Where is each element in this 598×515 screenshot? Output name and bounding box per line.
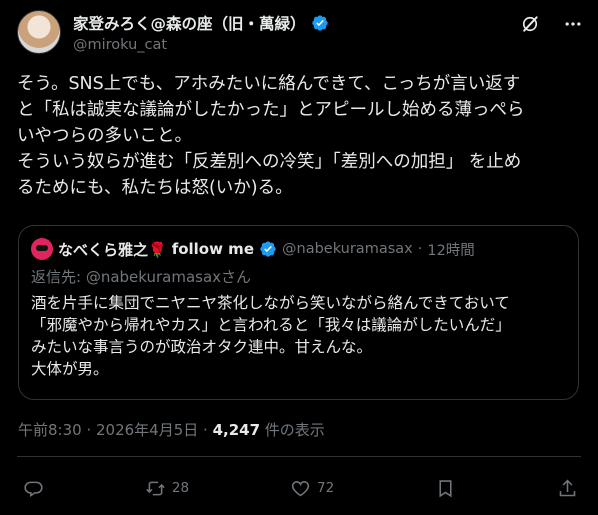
share-icon bbox=[559, 479, 576, 496]
author-handle[interactable]: @miroku_cat bbox=[73, 37, 329, 53]
author-display-name[interactable]: 家登みろく@森の座（旧・萬緑） bbox=[73, 12, 306, 34]
quoted-separator: · bbox=[417, 241, 423, 257]
post-text-line: いやつらの多いこと。 bbox=[17, 126, 192, 146]
bookmark-icon bbox=[439, 479, 452, 497]
reply-icon bbox=[24, 481, 43, 497]
share-button[interactable] bbox=[557, 478, 578, 499]
quoted-time: 12時間 bbox=[427, 242, 475, 259]
quoted-text-line: みたいな事言うのが政治オタク連中。甘えんな。 bbox=[31, 338, 373, 356]
quoted-text-line: 「邪魔やから帰れやカス」と言われると「我々は議論がしたいんだ」 bbox=[31, 316, 511, 334]
post-timestamp[interactable]: 午前8:30 · 2026年4月5日 · bbox=[18, 421, 213, 439]
divider bbox=[17, 456, 581, 457]
post-text-line: そう。SNS上でも、アホみたいに絡んできて、こっちが言い返す bbox=[17, 74, 521, 94]
grok-icon[interactable] bbox=[520, 14, 540, 34]
views-label: 件の表示 bbox=[260, 421, 325, 439]
post-header: 家登みろく@森の座（旧・萬緑） @miroku_cat bbox=[17, 10, 584, 58]
author-avatar[interactable] bbox=[17, 10, 61, 54]
post-text-line: と「私は誠実な議論がしたかった」とアピールし始める薄っぺら bbox=[17, 100, 525, 120]
reply-handle: @nabekuramasaxさん bbox=[85, 268, 252, 286]
post-text-line: そういう奴らが進む「反差別への冷笑」「差別への加担」 を止め bbox=[17, 152, 522, 172]
quoted-author-avatar bbox=[31, 238, 53, 260]
quoted-post-text: 酒を片手に集団でニヤニヤ茶化しながら笑いながら絡んできておいて 「邪魔やから帰れ… bbox=[31, 292, 566, 380]
quoted-author-display-name: なべくら雅之🌹 bbox=[58, 240, 167, 259]
quoted-reply-to: 返信先: @nabekuramasaxさん bbox=[31, 266, 566, 287]
author-names: 家登みろく@森の座（旧・萬緑） @miroku_cat bbox=[73, 12, 329, 53]
post-text-line: るためにも、私たちは怒(いか)る。 bbox=[17, 178, 293, 198]
views-count: 4,247 bbox=[212, 421, 261, 439]
retweet-icon bbox=[146, 481, 165, 495]
quoted-verified-badge-icon bbox=[260, 241, 276, 257]
action-bar: 28 72 bbox=[23, 476, 578, 500]
verified-badge-icon bbox=[311, 15, 328, 31]
quoted-text-line: 酒を片手に集団でニヤニヤ茶化しながら笑いながら絡んできておいて bbox=[31, 294, 510, 312]
author-display-name-row[interactable]: 家登みろく@森の座（旧・萬緑） bbox=[73, 12, 329, 34]
quoted-post[interactable]: なべくら雅之🌹 follow me @nabekuramasax · 12時間 … bbox=[18, 225, 579, 400]
quoted-text-line: 大体が男。 bbox=[31, 360, 109, 378]
quoted-author-handle: @nabekuramasax bbox=[282, 241, 413, 257]
quoted-author-follow-label: follow me bbox=[171, 240, 254, 258]
quoted-post-header: なべくら雅之🌹 follow me @nabekuramasax · 12時間 bbox=[31, 238, 566, 260]
like-button[interactable]: 72 bbox=[290, 478, 334, 499]
bookmark-button[interactable] bbox=[435, 478, 456, 499]
reply-button[interactable] bbox=[23, 478, 44, 499]
retweet-count: 28 bbox=[171, 480, 190, 496]
more-options-icon[interactable] bbox=[562, 14, 584, 34]
post-meta: 午前8:30 · 2026年4月5日 · 4,247 件の表示 bbox=[18, 419, 325, 440]
heart-icon bbox=[291, 480, 310, 496]
reply-prefix: 返信先: bbox=[31, 268, 86, 286]
post-text: そう。SNS上でも、アホみたいに絡んできて、こっちが言い返す と「私は誠実な議論… bbox=[17, 71, 583, 201]
retweet-button[interactable]: 28 bbox=[145, 478, 189, 499]
like-count: 72 bbox=[317, 480, 335, 496]
